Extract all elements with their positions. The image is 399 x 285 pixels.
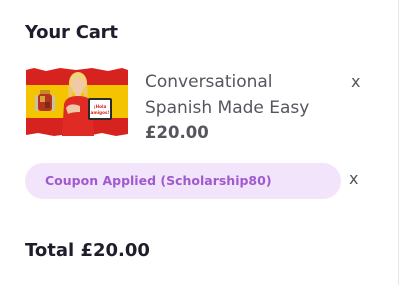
cart-title: Your Cart <box>25 22 118 43</box>
course-thumbnail[interactable]: ¡Hola amigos! <box>26 68 128 136</box>
cart-total: Total £20.00 <box>25 240 150 261</box>
svg-text:amigos!: amigos! <box>91 110 110 115</box>
coupon-badge: Coupon Applied (Scholarship80) <box>25 163 341 199</box>
item-price: £20.00 <box>145 123 209 142</box>
tablet-sign: ¡Hola amigos! <box>88 98 112 120</box>
svg-text:¡Hola: ¡Hola <box>94 104 107 109</box>
coupon-row: Coupon Applied (Scholarship80) x <box>25 163 375 199</box>
item-name[interactable]: Conversational Spanish Made Easy <box>145 69 335 121</box>
remove-item-button[interactable]: x <box>351 74 360 90</box>
remove-coupon-button[interactable]: x <box>349 171 358 187</box>
cart-item: ¡Hola amigos! Conversational Spanish Mad… <box>25 68 375 148</box>
spain-flag-course-thumbnail: ¡Hola amigos! <box>26 68 128 136</box>
